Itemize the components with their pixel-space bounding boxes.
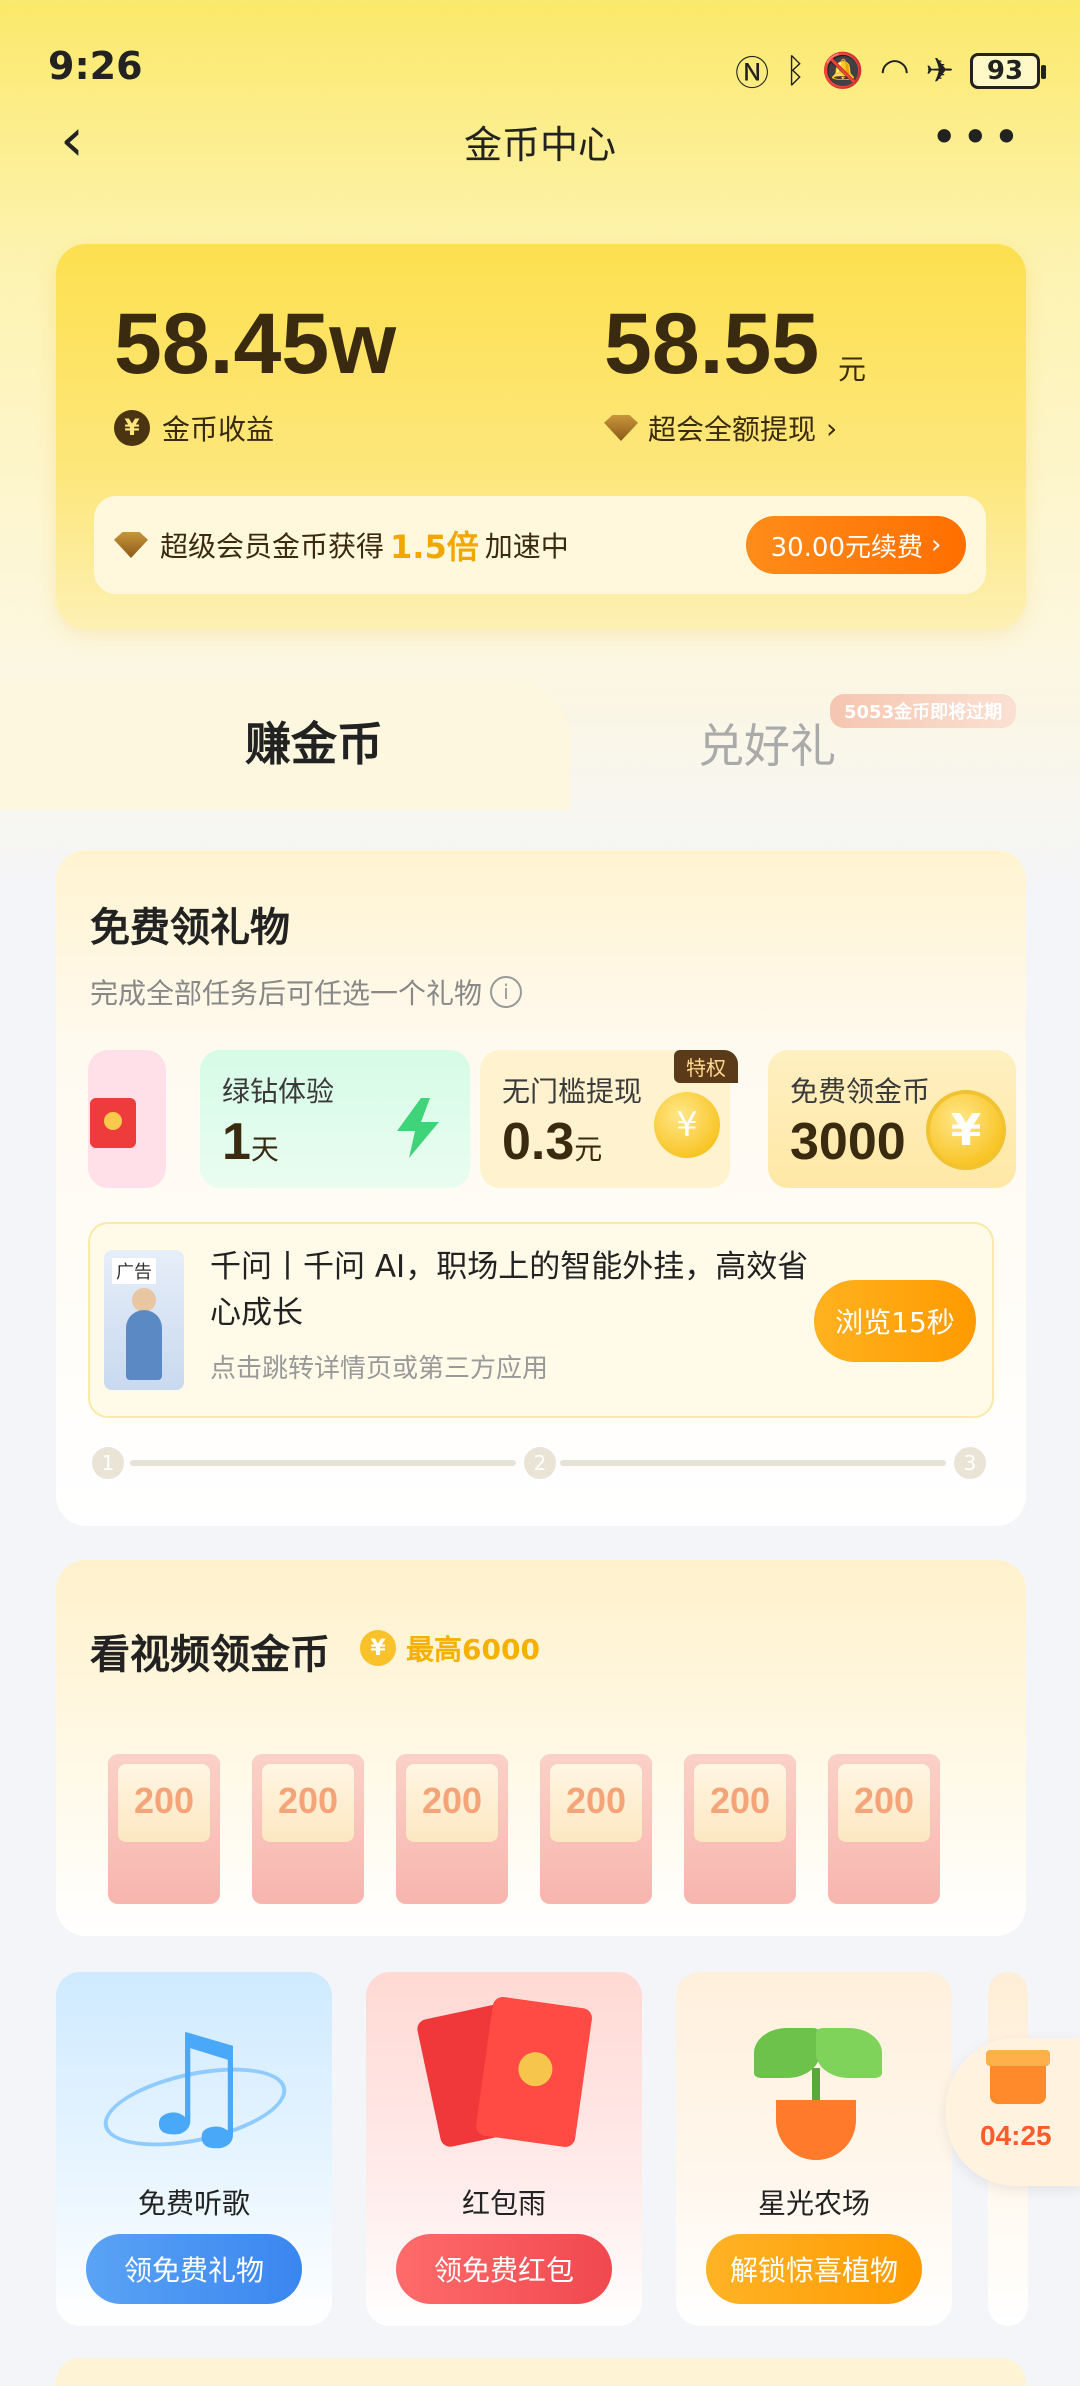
reward-value: 3000: [790, 1113, 906, 1171]
red-packet-icon: [90, 1098, 136, 1148]
diamond-icon: [604, 415, 638, 441]
cash-balance: 58.55: [604, 296, 820, 392]
next-section-edge: [56, 2358, 1026, 2386]
coin-icon: ¥: [926, 1090, 1006, 1170]
activity-label: 红包雨: [461, 2187, 546, 2220]
video-section-title: 看视频领金币: [90, 1632, 330, 1678]
claim-gift-button[interactable]: 领免费礼物: [86, 2234, 302, 2304]
video-reward-card[interactable]: 200: [396, 1754, 508, 1904]
person-head: [132, 1288, 156, 1312]
activity-card-music[interactable]: ♫ 免费听歌 领免费礼物: [56, 1972, 332, 2326]
progress-step-3: 3: [950, 1443, 990, 1483]
lightning-icon: [397, 1098, 439, 1158]
unlock-plant-button[interactable]: 解锁惊喜植物: [706, 2234, 922, 2304]
reward-label: 免费领金币: [790, 1075, 931, 1108]
progress-step-1: 1: [88, 1443, 128, 1483]
status-time: 9:26: [48, 44, 143, 88]
status-bar: 9:26 Ⓝ ᛒ 🔕 ◠ ✈ 93: [0, 0, 1080, 120]
activity-label: 免费听歌: [137, 2187, 250, 2220]
airplane-icon: ✈: [925, 50, 955, 91]
progress-line-2: [560, 1460, 946, 1466]
status-icons: Ⓝ ᛒ 🔕 ◠ ✈ 93: [735, 46, 1046, 95]
video-reward-card[interactable]: 200: [540, 1754, 652, 1904]
ad-title[interactable]: 千问丨千问 AI，职场上的智能外挂，高效省心成长: [210, 1244, 810, 1336]
reward-label: 绿钻体验: [222, 1075, 335, 1108]
vip-text-after: 加速中: [484, 530, 569, 563]
video-reward-card[interactable]: 200: [684, 1754, 796, 1904]
gift-section-title: 免费领礼物: [90, 905, 290, 951]
max-coins-badge: ¥ 最高6000: [360, 1628, 540, 1668]
coin-earnings-link[interactable]: ¥ 金币收益: [114, 408, 274, 448]
tab-redeem-gifts[interactable]: 兑好礼: [698, 710, 836, 776]
video-reward-card[interactable]: 200: [828, 1754, 940, 1904]
withdraw-label: 超会全额提现: [648, 413, 817, 446]
ad-tag: 广告: [112, 1258, 156, 1284]
progress-line-1: [130, 1460, 516, 1466]
yen-icon: ¥: [114, 410, 150, 446]
coin-balance: 58.45w: [114, 296, 397, 392]
reward-value: 0.3元: [502, 1113, 603, 1171]
reward-value: 1天: [222, 1113, 279, 1171]
gift-subtitle-text: 完成全部任务后可任选一个礼物: [90, 977, 483, 1010]
more-icon[interactable]: •••: [931, 114, 1024, 160]
progress-step-2: 2: [520, 1443, 560, 1483]
chevron-right-icon: ›: [826, 411, 838, 445]
page-title: 金币中心: [463, 123, 616, 167]
info-icon[interactable]: i: [490, 976, 523, 1008]
activity-card-redpacket-rain[interactable]: 红包雨 领免费红包: [366, 1972, 642, 2326]
vip-multiplier: 1.5倍: [390, 528, 479, 566]
battery-icon: 93: [970, 52, 1046, 89]
claim-redpacket-button[interactable]: 领免费红包: [396, 2234, 612, 2304]
coin-icon: ¥: [654, 1092, 720, 1158]
diamond-icon: [114, 532, 148, 558]
music-note-icon: ♫: [133, 2005, 259, 2168]
reward-label: 无门槛提现: [502, 1075, 643, 1108]
timer-text: 04:25: [980, 2120, 1052, 2151]
activity-label: 星光农场: [757, 2187, 870, 2220]
bluetooth-icon: ᛒ: [785, 50, 806, 91]
treasure-box-icon: [986, 2050, 1050, 2104]
floating-gift-timer[interactable]: 04:25: [946, 2038, 1080, 2186]
privilege-badge: 特权: [674, 1050, 738, 1083]
nfc-icon: Ⓝ: [735, 54, 770, 94]
activity-card-farm[interactable]: 星光农场 解锁惊喜植物: [676, 1972, 952, 2326]
ad-thumbnail[interactable]: 广告: [104, 1250, 184, 1390]
max-coins-text: 最高6000: [406, 1633, 540, 1666]
gift-section-subtitle: 完成全部任务后可任选一个礼物 i: [90, 972, 523, 1012]
video-reward-card[interactable]: 200: [108, 1754, 220, 1904]
tab-earn-coins[interactable]: 赚金币: [245, 708, 383, 774]
red-packet-icon: [474, 1995, 594, 2149]
cash-unit: 元: [838, 353, 867, 386]
coin-label: 金币收益: [162, 413, 275, 446]
video-reward-card[interactable]: 200: [252, 1754, 364, 1904]
reward-card-redpacket[interactable]: [88, 1050, 166, 1188]
sprout-icon: [754, 2028, 820, 2078]
renew-button[interactable]: 30.00元续费 ›: [746, 516, 966, 574]
expire-badge: 5053金币即将过期: [830, 694, 1017, 728]
mute-icon: 🔕: [821, 50, 864, 91]
reward-card-green-diamond[interactable]: 绿钻体验 1天: [200, 1050, 470, 1188]
yen-icon: ¥: [360, 1630, 396, 1666]
reward-card-coins[interactable]: 免费领金币 3000 ¥: [768, 1050, 1016, 1188]
person-body: [126, 1310, 162, 1380]
withdraw-link[interactable]: 超会全额提现 ›: [604, 408, 837, 448]
browse-button[interactable]: 浏览15秒: [814, 1280, 976, 1362]
wifi-icon: ◠: [879, 50, 910, 91]
ad-subtitle: 点击跳转详情页或第三方应用: [210, 1354, 549, 1384]
vip-text-before: 超级会员金币获得: [160, 530, 385, 563]
renew-label: 30.00元续费: [770, 532, 924, 563]
chevron-right-icon: ›: [931, 530, 942, 560]
